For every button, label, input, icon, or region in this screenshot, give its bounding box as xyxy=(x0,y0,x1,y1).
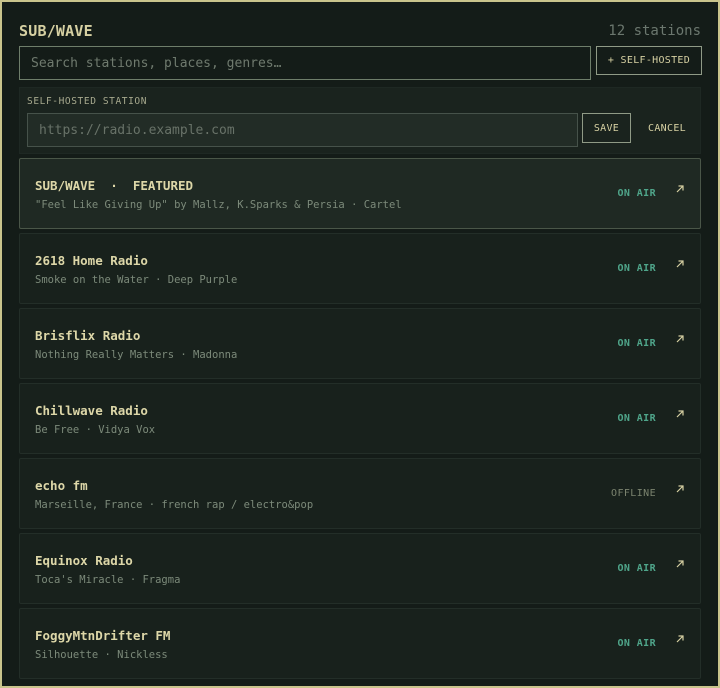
station-now-playing: Be Free · Vidya Vox xyxy=(35,424,156,436)
station-status-badge: ON AIR xyxy=(617,263,656,274)
arrow-up-right-icon[interactable] xyxy=(674,483,686,495)
save-button[interactable]: SAVE xyxy=(582,113,631,143)
station-status-badge: ON AIR xyxy=(617,413,656,424)
station-now-playing: "Feel Like Giving Up" by Mallz, K.Sparks… xyxy=(35,199,402,211)
search-input[interactable] xyxy=(19,46,591,80)
arrow-up-right-icon[interactable] xyxy=(674,408,686,420)
station-card[interactable]: Equinox Radio Toca's Miracle · Fragma ON A… xyxy=(19,533,701,604)
station-url-input[interactable] xyxy=(27,113,578,147)
arrow-up-right-icon[interactable] xyxy=(674,183,686,195)
cancel-button[interactable]: CANCEL xyxy=(637,113,697,143)
header: SUB/WAVE 12 stations xyxy=(19,20,701,42)
station-name: Equinox Radio xyxy=(35,553,133,568)
station-name: Brisflix Radio xyxy=(35,328,141,343)
station-name: FoggyMtnDrifter FM xyxy=(35,628,171,643)
station-now-playing: Smoke on the Water · Deep Purple xyxy=(35,274,238,286)
station-card[interactable]: FoggyMtnDrifter FM Silhouette · Nickless O… xyxy=(19,608,701,679)
station-card[interactable]: Brisflix Radio Nothing Really Matters · M… xyxy=(19,308,701,379)
station-card[interactable]: 2618 Home Radio Smoke on the Water · Deep… xyxy=(19,233,701,304)
station-name: echo fm xyxy=(35,478,88,493)
station-card[interactable]: echo fm Marseille, France · french rap / … xyxy=(19,458,701,529)
station-status-badge: ON AIR xyxy=(617,338,656,349)
self-hosted-panel-label: SELF-HOSTED STATION xyxy=(27,96,148,107)
station-status-badge: ON AIR xyxy=(617,638,656,649)
station-status-badge: ON AIR xyxy=(617,188,656,199)
station-now-playing: Marseille, France · french rap / electro… xyxy=(35,499,314,511)
station-now-playing: Nothing Really Matters · Madonna xyxy=(35,349,238,361)
station-now-playing: Toca's Miracle · Fragma xyxy=(35,574,181,586)
app-window: SUB/WAVE 12 stations + SELF-HOSTED SELF-… xyxy=(2,2,718,686)
app-title: SUB/WAVE xyxy=(19,22,93,40)
station-status-badge: OFFLINE xyxy=(611,488,656,499)
station-status-badge: ON AIR xyxy=(617,563,656,574)
station-name: Chillwave Radio xyxy=(35,403,148,418)
add-self-hosted-button[interactable]: + SELF-HOSTED xyxy=(596,46,702,75)
station-name: 2618 Home Radio xyxy=(35,253,148,268)
arrow-up-right-icon[interactable] xyxy=(674,633,686,645)
arrow-up-right-icon[interactable] xyxy=(674,258,686,270)
arrow-up-right-icon[interactable] xyxy=(674,558,686,570)
station-card[interactable]: SUB/WAVE · FEATURED "Feel Like Giving Up"… xyxy=(19,158,701,229)
self-hosted-panel: SELF-HOSTED STATION SAVE CANCEL xyxy=(19,87,701,154)
arrow-up-right-icon[interactable] xyxy=(674,333,686,345)
station-count: 12 stations xyxy=(608,23,701,39)
station-list: SUB/WAVE · FEATURED "Feel Like Giving Up"… xyxy=(19,158,701,683)
search-row: + SELF-HOSTED xyxy=(19,46,702,80)
station-card[interactable]: Chillwave Radio Be Free · Vidya Vox ON AIR xyxy=(19,383,701,454)
station-name: SUB/WAVE · FEATURED xyxy=(35,178,194,193)
station-now-playing: Silhouette · Nickless xyxy=(35,649,168,661)
